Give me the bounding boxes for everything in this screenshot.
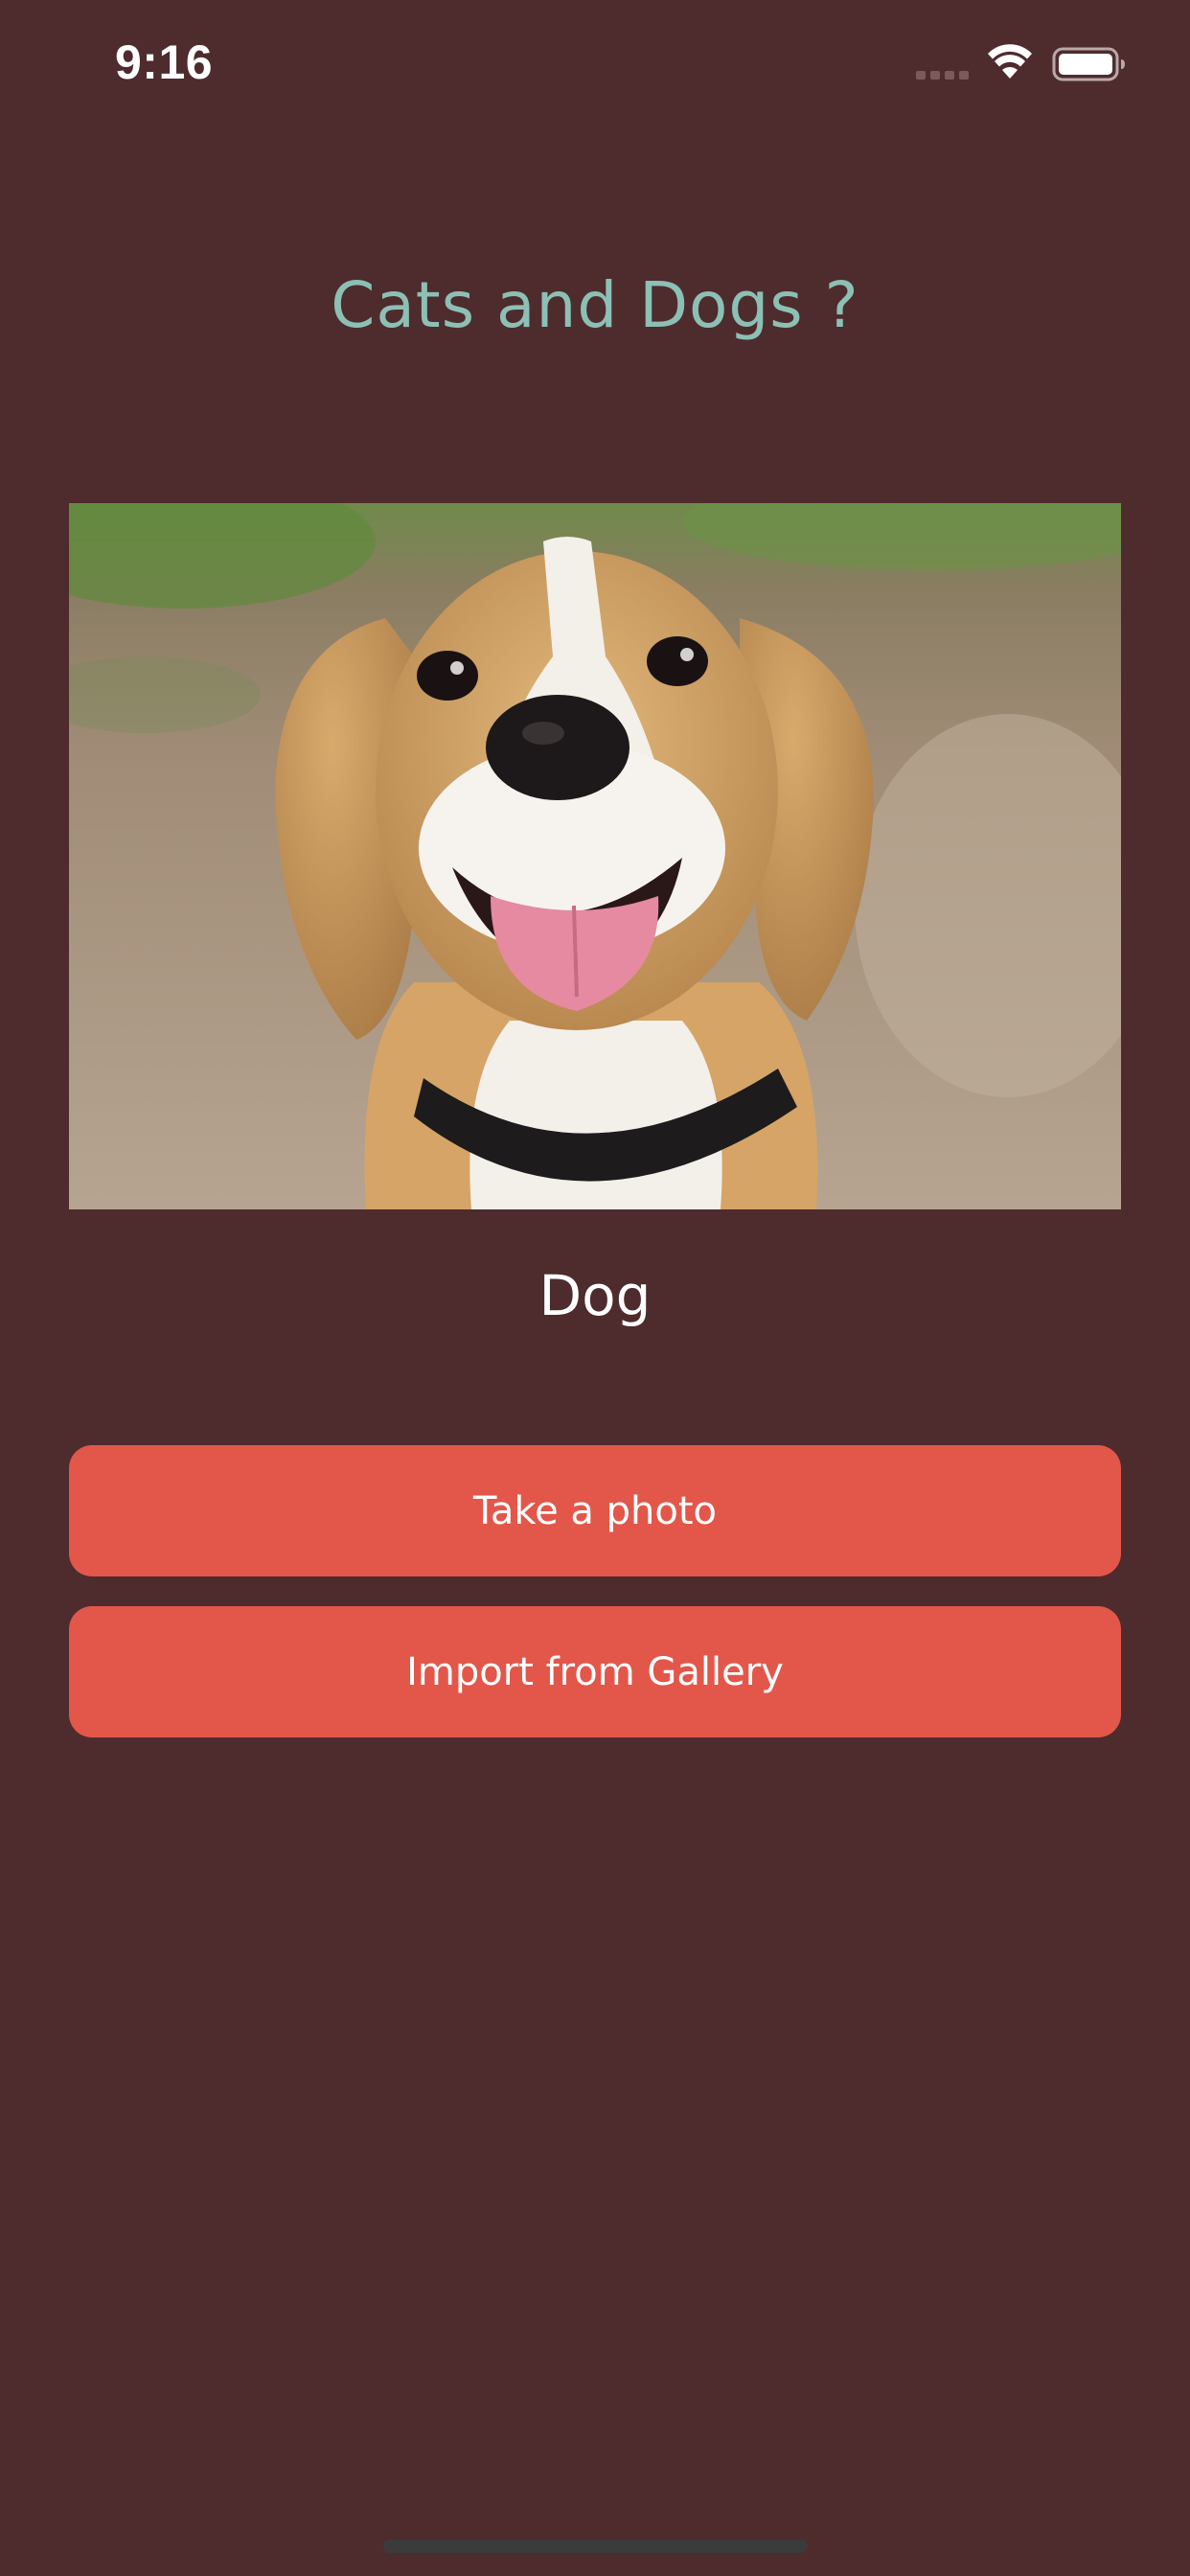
home-indicator[interactable]: [383, 2540, 808, 2553]
status-bar: 9:16: [0, 0, 1190, 134]
app-title: Cats and Dogs ?: [331, 268, 859, 342]
cellular-signal-icon: [916, 71, 969, 80]
battery-icon: [1052, 47, 1125, 81]
prediction-result: Dog: [538, 1263, 652, 1328]
import-from-gallery-button[interactable]: Import from Gallery: [69, 1606, 1121, 1737]
dog-photo: [69, 503, 1121, 1209]
take-photo-button[interactable]: Take a photo: [69, 1445, 1121, 1576]
wifi-icon: [988, 44, 1032, 79]
beagle-dog-image: [69, 503, 1121, 1209]
status-time: 9:16: [115, 35, 214, 89]
